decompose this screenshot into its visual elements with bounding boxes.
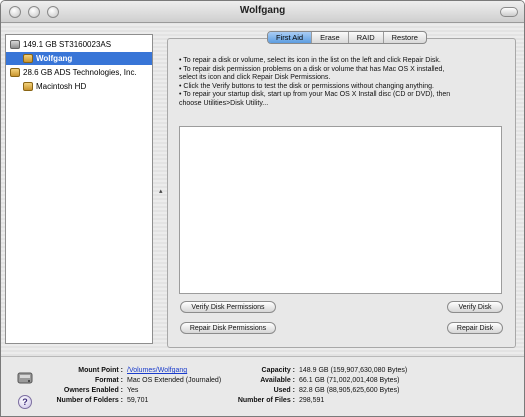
instruction-line: • Click the Verify buttons to test the d… <box>179 82 434 90</box>
first-aid-instructions: • To repair a disk or volume, select its… <box>179 57 509 109</box>
available-value: 66.1 GB (71,002,001,408 Bytes) <box>299 377 400 384</box>
instruction-line: • To repair your startup disk, start up … <box>179 91 451 99</box>
mount-point-label: Mount Point : <box>78 367 123 374</box>
tab-erase[interactable]: Erase <box>312 32 349 43</box>
hard-drive-icon <box>17 372 33 384</box>
folders-value: 59,701 <box>127 397 149 404</box>
folders-label: Number of Folders : <box>56 397 123 404</box>
repair-disk-permissions-button[interactable]: Repair Disk Permissions <box>180 322 276 334</box>
tab-restore[interactable]: Restore <box>384 32 426 43</box>
files-value: 298,591 <box>299 397 325 404</box>
split-view-handle[interactable]: ▴ <box>159 187 163 195</box>
disk-label: Wolfgang <box>36 54 73 63</box>
disk-row-macintosh-hd[interactable]: Macintosh HD <box>6 80 152 93</box>
tab-bar: First Aid Erase RAID Restore <box>267 31 427 44</box>
repair-disk-button[interactable]: Repair Disk <box>447 322 503 334</box>
volume-icon <box>23 82 33 91</box>
instruction-line: choose Utilities>Disk Utility... <box>179 99 269 107</box>
files-label: Number of Files : <box>237 397 295 404</box>
external-drive-icon <box>10 68 20 77</box>
capacity-value: 148.9 GB (159,907,630,080 Bytes) <box>299 367 408 374</box>
available-label: Available : <box>260 377 295 384</box>
instruction-line: • To repair a disk or volume, select its… <box>179 57 441 64</box>
tab-raid[interactable]: RAID <box>349 32 384 43</box>
tab-first-aid[interactable]: First Aid <box>268 32 313 43</box>
used-label: Used : <box>273 387 295 394</box>
owners-enabled-label: Owners Enabled : <box>63 387 123 394</box>
first-aid-log[interactable] <box>179 126 502 294</box>
disk-label: Macintosh HD <box>36 82 87 91</box>
window-title: Wolfgang <box>239 5 286 16</box>
disk-list[interactable]: 149.1 GB ST3160023AS Wolfgang 28.6 GB AD… <box>5 34 153 344</box>
title-bar[interactable]: Wolfgang <box>1 1 524 23</box>
verify-disk-button[interactable]: Verify Disk <box>447 301 503 313</box>
format-value: Mac OS Extended (Journaled) <box>127 377 222 384</box>
owners-enabled-value: Yes <box>127 387 139 394</box>
disk-row-wolfgang[interactable]: Wolfgang <box>6 52 152 65</box>
volume-icon <box>23 54 33 63</box>
disk-label: 149.1 GB ST3160023AS <box>23 40 112 49</box>
mount-point-link[interactable]: /Volumes/Wolfgang <box>127 367 187 374</box>
disk-utility-window: Wolfgang 149.1 GB ST3160023AS Wolfgang 2… <box>0 0 525 417</box>
disk-label: 28.6 GB ADS Technologies, Inc. <box>23 68 137 77</box>
instruction-line: select its icon and click Repair Disk Pe… <box>179 74 331 82</box>
format-label: Format : <box>95 377 123 384</box>
used-value: 82.8 GB (88,905,625,600 Bytes) <box>299 387 400 394</box>
disk-row-hard-drive[interactable]: 149.1 GB ST3160023AS <box>6 38 152 51</box>
capacity-label: Capacity : <box>261 367 295 374</box>
instruction-line: • To repair disk permission problems on … <box>179 65 445 73</box>
verify-disk-permissions-button[interactable]: Verify Disk Permissions <box>180 301 276 313</box>
disk-row-external-drive[interactable]: 28.6 GB ADS Technologies, Inc. <box>6 66 152 79</box>
help-button[interactable]: ? <box>18 395 32 409</box>
hard-drive-icon <box>10 40 20 49</box>
toolbar-toggle-button[interactable] <box>500 7 518 17</box>
